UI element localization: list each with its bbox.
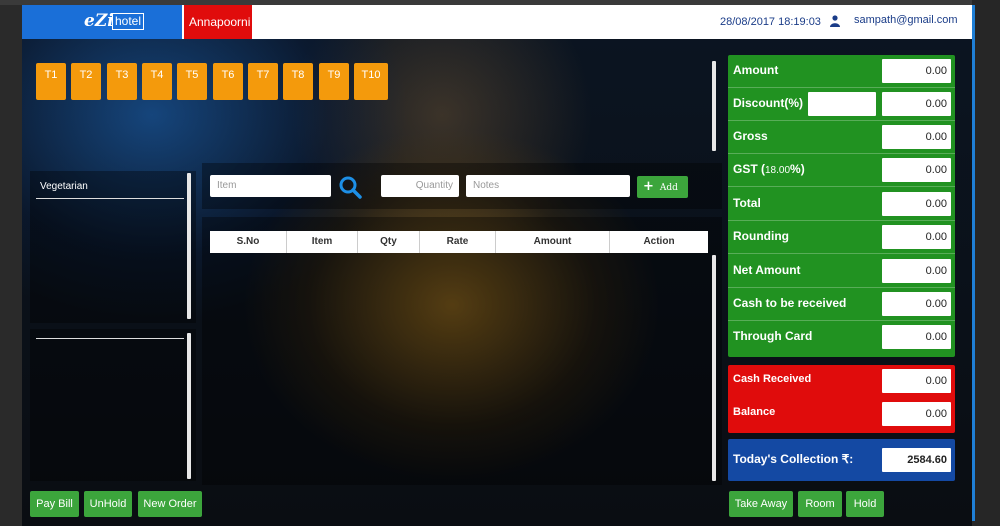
order-grid-panel (202, 217, 722, 485)
gst-label-end: %) (790, 162, 805, 176)
user-icon (830, 15, 840, 27)
summary-row-balance: Balance 0.00 (728, 398, 955, 431)
table-button-t3[interactable]: T3 (107, 63, 137, 100)
gst-value: 0.00 (882, 158, 951, 182)
menu-items-divider (36, 338, 184, 339)
payment-panel: Cash Received 0.00 Balance 0.00 (728, 365, 955, 433)
summary-row-gross: Gross 0.00 (728, 121, 955, 154)
cash-to-receive-label: Cash to be received (733, 296, 847, 310)
table-button-t8[interactable]: T8 (283, 63, 313, 100)
table-button-t1[interactable]: T1 (36, 63, 66, 100)
cash-received-label: Cash Received (733, 373, 812, 385)
order-grid-header: S.No Item Qty Rate Amount Action (210, 231, 708, 253)
net-amount-label: Net Amount (733, 263, 801, 277)
summary-row-through-card: Through Card 0.00 (728, 321, 955, 354)
through-card-label: Through Card (733, 329, 813, 343)
top-bar: eZi hotel Annapoorni 28/08/2017 18:19:03… (22, 5, 972, 39)
hold-button[interactable]: Hold (846, 491, 884, 517)
device-right-bezel (972, 0, 1000, 526)
current-datetime: 28/08/2017 18:19:03 (720, 16, 821, 28)
total-value: 0.00 (882, 192, 951, 216)
room-button[interactable]: Room (798, 491, 842, 517)
unhold-button[interactable]: UnHold (84, 491, 132, 517)
quantity-input[interactable]: Quantity (381, 175, 459, 197)
cash-to-receive-value: 0.00 (882, 292, 951, 316)
gst-label: GST (18.00%) (733, 162, 805, 176)
menu-items-scrollbar[interactable] (187, 333, 191, 479)
new-order-button[interactable]: New Order (138, 491, 202, 517)
summary-row-rounding: Rounding 0.00 (728, 221, 955, 254)
search-icon[interactable] (338, 175, 362, 199)
gross-label: Gross (733, 129, 768, 143)
gst-label-start: GST ( (733, 162, 765, 176)
column-action: Action (643, 236, 675, 247)
summary-row-gst: GST (18.00%) 0.00 (728, 154, 955, 187)
balance-label: Balance (733, 406, 776, 418)
cash-received-input[interactable]: 0.00 (882, 369, 951, 393)
app-screen: eZi hotel Annapoorni 28/08/2017 18:19:03… (22, 5, 972, 526)
summary-row-total: Total 0.00 (728, 188, 955, 221)
column-rate: Rate (420, 231, 496, 253)
column-sno: S.No (210, 231, 287, 253)
summary-row-cash-to-receive: Cash to be received 0.00 (728, 288, 955, 321)
device-frame: eZi hotel Annapoorni 28/08/2017 18:19:03… (0, 0, 1000, 526)
pay-bill-button[interactable]: Pay Bill (30, 491, 79, 517)
order-grid-scrollbar[interactable] (712, 255, 716, 481)
take-away-button[interactable]: Take Away (729, 491, 793, 517)
gross-value: 0.00 (882, 125, 951, 149)
category-panel (30, 171, 196, 323)
discount-value: 0.00 (882, 92, 951, 116)
screen-edge-strip (972, 5, 975, 521)
item-input[interactable]: Item (210, 175, 331, 197)
plus-icon: + (643, 179, 654, 194)
column-item: Item (287, 231, 358, 253)
discount-label: Discount(%) (733, 96, 803, 110)
todays-collection-panel: Today's Collection ₹: 2584.60 (728, 439, 955, 481)
logo-hotel-label: hotel (112, 13, 145, 30)
table-button-t5[interactable]: T5 (177, 63, 207, 100)
table-button-t7[interactable]: T7 (248, 63, 278, 100)
todays-collection-value: 2584.60 (882, 448, 951, 472)
add-button[interactable]: + Add (637, 176, 688, 198)
summary-row-discount: Discount(%) 0.00 (728, 88, 955, 121)
add-button-label: Add (659, 183, 678, 193)
summary-row-amount: Amount 0.00 (728, 55, 955, 88)
menu-items-panel (30, 329, 196, 481)
gst-rate: 18.00 (765, 165, 791, 176)
logo[interactable]: eZi hotel (22, 5, 182, 39)
todays-collection-label: Today's Collection ₹: (733, 452, 854, 466)
rounding-label: Rounding (733, 229, 789, 243)
total-label: Total (733, 196, 761, 210)
table-button-t6[interactable]: T6 (213, 63, 243, 100)
table-button-t10[interactable]: T10 (354, 63, 388, 100)
user-email[interactable]: sampath@gmail.com (854, 14, 957, 26)
category-vegetarian[interactable]: Vegetarian (40, 181, 88, 192)
summary-row-cash-received: Cash Received 0.00 (728, 365, 955, 398)
balance-value: 0.00 (882, 402, 951, 426)
category-divider (36, 198, 184, 199)
through-card-input[interactable]: 0.00 (882, 325, 951, 349)
bill-summary-panel: Amount 0.00 Discount(%) 0.00 Gross 0.00 … (728, 55, 955, 357)
logo-script: eZi (84, 11, 114, 31)
table-button-t9[interactable]: T9 (319, 63, 349, 100)
table-button-t4[interactable]: T4 (142, 63, 172, 100)
category-scrollbar[interactable] (187, 173, 191, 319)
rounding-value: 0.00 (882, 225, 951, 249)
column-amount: Amount (496, 231, 610, 253)
column-qty: Qty (358, 231, 420, 253)
notes-input[interactable]: Notes (466, 175, 630, 197)
summary-row-net-amount: Net Amount 0.00 (728, 255, 955, 288)
tables-scrollbar[interactable] (712, 61, 716, 151)
net-amount-value: 0.00 (882, 259, 951, 283)
amount-label: Amount (733, 63, 779, 77)
table-button-t2[interactable]: T2 (71, 63, 101, 100)
branch-name[interactable]: Annapoorni (184, 5, 252, 39)
discount-percent-input[interactable] (808, 92, 876, 116)
amount-value: 0.00 (882, 59, 951, 83)
